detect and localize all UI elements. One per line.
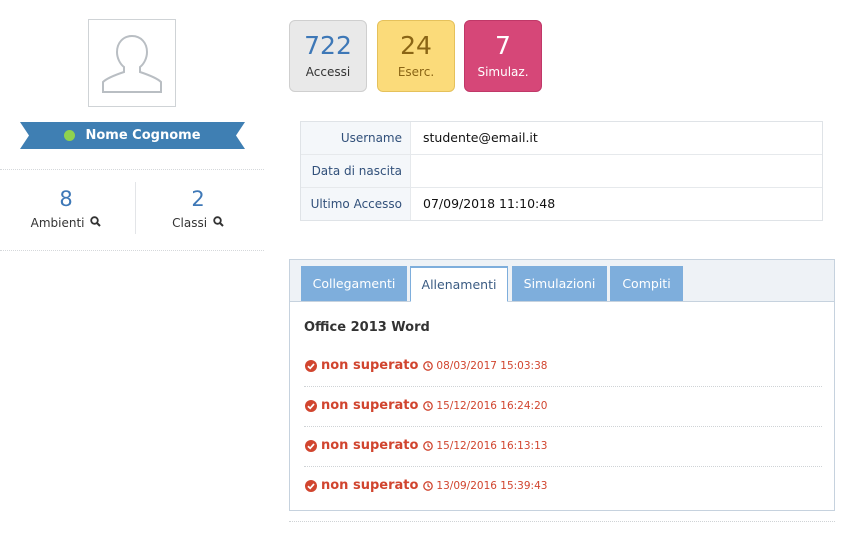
counter-label: Simulaz. xyxy=(477,65,529,79)
clock-icon xyxy=(423,480,434,491)
counter-value: 7 xyxy=(495,31,511,60)
stat-value: 2 xyxy=(191,187,205,211)
info-key: Username xyxy=(301,122,411,154)
stat-classi[interactable]: 2 Classi xyxy=(132,186,264,230)
counter-label: Eserc. xyxy=(397,65,435,79)
user-info-table: Username studente@email.it Data di nasci… xyxy=(300,121,823,221)
tab-compiti[interactable]: Compiti xyxy=(610,266,683,301)
result-row: non superato 15/12/2016 16:24:20 xyxy=(304,387,822,427)
tab-label: Allenamenti xyxy=(421,277,497,292)
tab-label: Simulazioni xyxy=(523,276,596,291)
stat-ambienti[interactable]: 8 Ambienti xyxy=(0,186,132,230)
online-status-dot xyxy=(64,130,76,141)
result-status: non superato xyxy=(321,358,419,373)
info-key: Ultimo Accesso xyxy=(301,188,411,220)
check-circle-icon xyxy=(305,439,317,452)
info-row-username: Username studente@email.it xyxy=(301,122,822,155)
result-row: non superato 15/12/2016 16:13:13 xyxy=(304,427,822,467)
info-value xyxy=(411,155,423,187)
course-title: Office 2013 Word xyxy=(304,320,430,335)
info-key: Data di nascita xyxy=(301,155,411,187)
profile-name-ribbon: Nome Cognome xyxy=(20,122,245,149)
info-value: 07/09/2018 11:10:48 xyxy=(423,196,556,211)
counter-simulazioni: 7 Simulaz. xyxy=(464,20,542,92)
avatar xyxy=(88,19,176,107)
check-circle-icon xyxy=(305,399,317,412)
info-row-birthdate: Data di nascita xyxy=(301,155,822,188)
info-value: studente@email.it xyxy=(423,130,538,145)
clock-icon xyxy=(423,400,434,411)
activity-panel: Collegamenti Allenamenti Simulazioni Com… xyxy=(289,259,835,511)
stat-label: Ambienti xyxy=(30,216,85,230)
result-time: 13/09/2016 15:39:43 xyxy=(436,479,548,492)
check-circle-icon xyxy=(305,359,317,372)
info-row-last-access: Ultimo Accesso 07/09/2018 11:10:48 xyxy=(301,188,822,220)
tab-bar: Collegamenti Allenamenti Simulazioni Com… xyxy=(290,260,834,302)
profile-name: Nome Cognome xyxy=(85,128,201,143)
clock-icon xyxy=(423,360,434,371)
search-icon[interactable] xyxy=(90,216,102,227)
tab-label: Compiti xyxy=(622,276,671,291)
search-icon[interactable] xyxy=(213,216,224,227)
counter-accessi: 722 Accessi xyxy=(289,20,367,92)
clock-icon xyxy=(423,440,434,451)
counter-label: Accessi xyxy=(305,65,351,79)
stat-label: Classi xyxy=(172,216,208,230)
tab-collegamenti[interactable]: Collegamenti xyxy=(301,266,407,301)
result-time: 08/03/2017 15:03:38 xyxy=(436,359,548,372)
result-time: 15/12/2016 16:13:13 xyxy=(436,439,548,452)
divider xyxy=(0,250,264,251)
counter-esercizi: 24 Eserc. xyxy=(377,20,455,92)
result-time: 15/12/2016 16:24:20 xyxy=(436,399,548,412)
tab-allenamenti[interactable]: Allenamenti xyxy=(410,266,508,302)
tab-simulazioni[interactable]: Simulazioni xyxy=(512,266,607,301)
counter-value: 722 xyxy=(304,31,352,60)
tab-label: Collegamenti xyxy=(312,276,396,291)
result-status: non superato xyxy=(321,438,419,453)
user-placeholder-icon xyxy=(102,34,162,93)
counter-value: 24 xyxy=(400,31,432,60)
result-status: non superato xyxy=(321,478,419,493)
divider xyxy=(0,169,264,170)
stat-value: 8 xyxy=(59,187,73,211)
check-circle-icon xyxy=(305,479,317,492)
result-status: non superato xyxy=(321,398,419,413)
result-row: non superato 13/09/2016 15:39:43 xyxy=(304,467,822,507)
divider xyxy=(289,521,835,522)
result-row: non superato 08/03/2017 15:03:38 xyxy=(304,347,822,387)
